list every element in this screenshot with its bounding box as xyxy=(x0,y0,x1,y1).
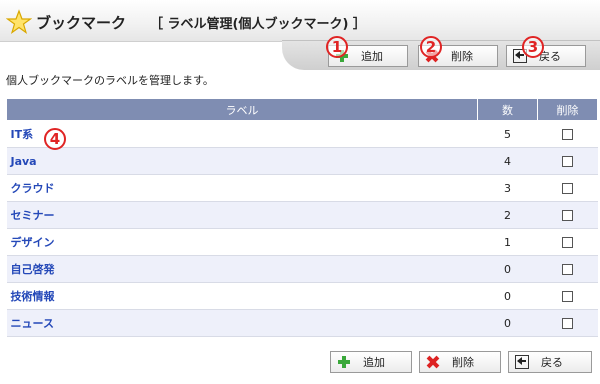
page-header: ブックマーク ［ ラベル管理(個人ブックマーク) ］ xyxy=(0,0,600,42)
marker-4: 4 xyxy=(44,128,66,150)
delete-checkbox[interactable] xyxy=(562,237,573,248)
table-row: デザイン 1 xyxy=(6,228,598,256)
label-link[interactable]: Java xyxy=(6,147,478,175)
delete-checkbox[interactable] xyxy=(562,210,573,221)
add-button-label: 追加 xyxy=(361,50,383,63)
delete-cell xyxy=(537,174,598,202)
column-header-label: ラベル xyxy=(6,98,478,121)
label-link[interactable]: 技術情報 xyxy=(6,282,478,310)
bottom-delete-button-label: 削除 xyxy=(452,356,474,369)
bottom-back-button[interactable]: 戻る xyxy=(508,351,592,373)
label-count: 5 xyxy=(477,120,538,148)
page-title: ブックマーク xyxy=(36,14,127,32)
cross-icon xyxy=(426,355,440,369)
table-header-row: ラベル 数 削除 xyxy=(6,98,598,121)
delete-cell xyxy=(537,282,598,310)
back-button[interactable]: 戻る xyxy=(506,45,586,67)
table-row: クラウド 3 xyxy=(6,174,598,202)
label-count: 0 xyxy=(477,309,538,337)
page-description: 個人ブックマークのラベルを管理します。 xyxy=(6,74,214,87)
column-header-delete: 削除 xyxy=(537,98,598,121)
star-icon xyxy=(6,9,32,34)
column-header-count: 数 xyxy=(477,98,538,121)
delete-cell xyxy=(537,147,598,175)
label-link[interactable]: ニュース xyxy=(6,309,478,337)
label-count: 4 xyxy=(477,147,538,175)
marker-1: 1 xyxy=(326,36,348,58)
bottom-back-button-label: 戻る xyxy=(541,356,563,369)
delete-checkbox[interactable] xyxy=(562,318,573,329)
label-link[interactable]: 自己啓発 xyxy=(6,255,478,283)
table-row: IT系 5 xyxy=(6,120,598,148)
label-count: 3 xyxy=(477,174,538,202)
table-row: 自己啓発 0 xyxy=(6,255,598,283)
delete-cell xyxy=(537,309,598,337)
bottom-add-button-label: 追加 xyxy=(363,356,385,369)
label-count: 0 xyxy=(477,255,538,283)
delete-cell xyxy=(537,201,598,229)
table-row: ニュース 0 xyxy=(6,309,598,337)
label-link[interactable]: IT系 xyxy=(6,120,478,148)
table-row: 技術情報 0 xyxy=(6,282,598,310)
marker-2: 2 xyxy=(420,36,442,58)
table-row: Java 4 xyxy=(6,147,598,175)
label-link[interactable]: クラウド xyxy=(6,174,478,202)
delete-checkbox[interactable] xyxy=(562,264,573,275)
delete-checkbox[interactable] xyxy=(562,129,573,140)
bottom-add-button[interactable]: 追加 xyxy=(330,351,412,373)
label-count: 1 xyxy=(477,228,538,256)
delete-cell xyxy=(537,228,598,256)
back-icon xyxy=(515,355,529,369)
table-row: セミナー 2 xyxy=(6,201,598,229)
delete-button-label: 削除 xyxy=(451,50,473,63)
label-link[interactable]: セミナー xyxy=(6,201,478,229)
label-count: 2 xyxy=(477,201,538,229)
delete-cell xyxy=(537,120,598,148)
delete-cell xyxy=(537,255,598,283)
label-link[interactable]: デザイン xyxy=(6,228,478,256)
delete-checkbox[interactable] xyxy=(562,183,573,194)
marker-3: 3 xyxy=(522,36,544,58)
page-subtitle: ［ ラベル管理(個人ブックマーク) ］ xyxy=(150,17,366,32)
label-count: 0 xyxy=(477,282,538,310)
delete-checkbox[interactable] xyxy=(562,291,573,302)
delete-checkbox[interactable] xyxy=(562,156,573,167)
plus-icon xyxy=(337,355,351,369)
label-table: ラベル 数 削除 IT系 5 Java 4 クラウド 3 セミナー 2 デザイン… xyxy=(6,98,598,337)
bottom-delete-button[interactable]: 削除 xyxy=(419,351,501,373)
